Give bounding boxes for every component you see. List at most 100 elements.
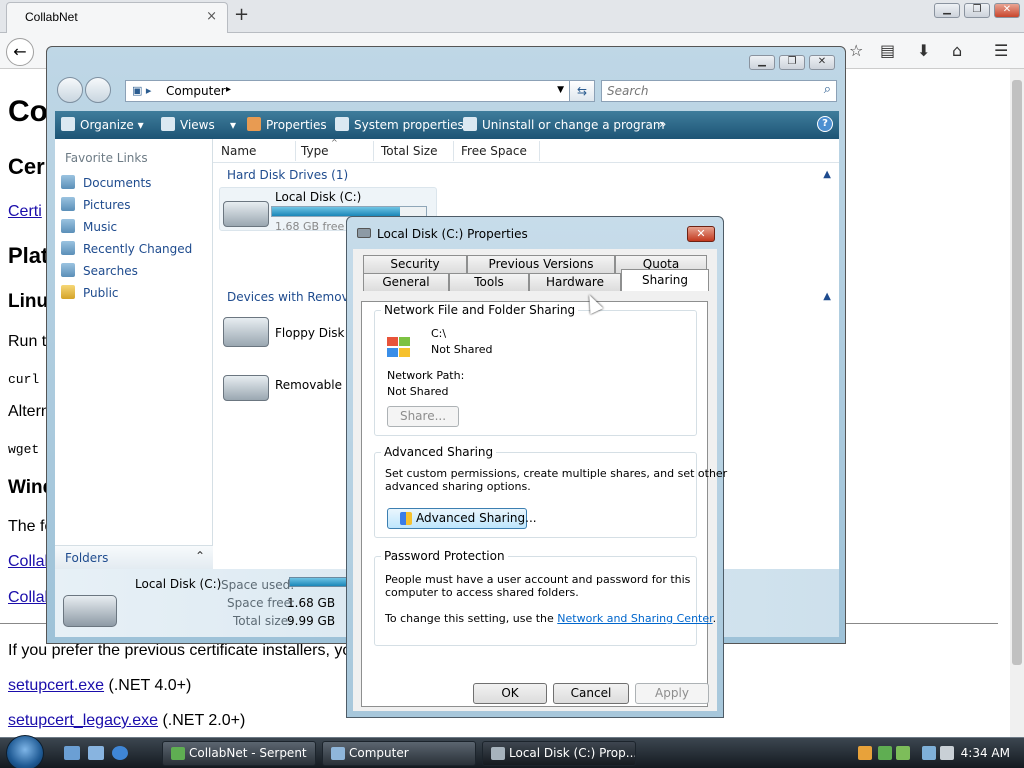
home-icon[interactable]: ⌂ xyxy=(952,41,962,60)
navigation-pane: Favorite Links Documents Pictures Music … xyxy=(55,139,213,569)
tab-hardware[interactable]: Hardware xyxy=(529,273,621,291)
collapse-group-icon[interactable]: ▲ xyxy=(823,169,831,180)
column-free-space[interactable]: Free Space xyxy=(461,144,527,158)
refresh-icon[interactable]: ⇆ xyxy=(569,80,595,102)
nav-item-public[interactable]: Public xyxy=(61,285,119,300)
back-button[interactable]: ← xyxy=(6,38,34,66)
organize-button[interactable]: Organize ▾ xyxy=(61,117,144,132)
system-properties-button[interactable]: System properties xyxy=(335,117,464,132)
page-paragraph: If you prefer the previous certificate i… xyxy=(8,642,361,659)
back-button[interactable] xyxy=(57,77,83,103)
column-type[interactable]: Type xyxy=(301,144,329,158)
sort-arrow-icon: ^ xyxy=(331,138,338,147)
download-icon[interactable]: ⬇ xyxy=(917,41,930,60)
page-subheading: Cer xyxy=(8,154,45,179)
column-separator xyxy=(539,141,540,161)
nav-item-pictures[interactable]: Pictures xyxy=(61,197,131,212)
volume-muted-icon[interactable] xyxy=(940,746,954,760)
setupcert-link[interactable]: setupcert.exe xyxy=(8,677,104,694)
switch-windows-icon[interactable] xyxy=(88,746,104,760)
network-sharing-center-link[interactable]: Network and Sharing Center xyxy=(557,612,712,625)
nav-item-documents[interactable]: Documents xyxy=(61,175,151,190)
forward-button[interactable] xyxy=(85,77,111,103)
close-button[interactable]: ✕ xyxy=(687,226,715,242)
column-name[interactable]: Name xyxy=(221,144,256,158)
tab-general[interactable]: General xyxy=(363,273,449,291)
nav-item-recently-changed[interactable]: Recently Changed xyxy=(61,241,192,256)
network-sharing-group: Network File and Folder Sharing C:\ Not … xyxy=(374,303,697,436)
setupcert-legacy-link[interactable]: setupcert_legacy.exe xyxy=(8,712,158,729)
tab-security[interactable]: Security xyxy=(363,255,467,273)
taskbar-item-computer[interactable]: Computer xyxy=(322,741,476,766)
tray-app-icon[interactable] xyxy=(896,746,910,760)
share-path: C:\ xyxy=(431,327,447,340)
address-bar[interactable]: ▣ ▸ Computer ▸ ▼ xyxy=(125,80,571,102)
breadcrumb-arrow-icon[interactable]: ▸ xyxy=(226,84,231,95)
sharing-tab-page: Network File and Folder Sharing C:\ Not … xyxy=(361,301,727,707)
ok-button[interactable]: OK xyxy=(473,683,547,704)
bookmark-star-icon[interactable]: ☆ xyxy=(849,41,863,60)
advanced-sharing-group: Advanced Sharing Set custom permissions,… xyxy=(374,445,727,538)
setup-note: (.NET 4.0+) xyxy=(104,677,192,694)
uninstall-button[interactable]: Uninstall or change a program xyxy=(463,117,665,132)
properties-button[interactable]: Properties xyxy=(247,117,327,132)
apply-button[interactable]: Apply xyxy=(635,683,709,704)
internet-explorer-icon[interactable] xyxy=(112,746,128,760)
tray-check-icon[interactable] xyxy=(878,746,892,760)
page-link[interactable]: Certi xyxy=(8,203,42,221)
taskbar-item-collabnet[interactable]: CollabNet - Serpent xyxy=(162,741,316,766)
close-button[interactable]: ✕ xyxy=(994,3,1020,18)
views-button[interactable]: Views ▾ xyxy=(161,117,236,132)
tab-sharing[interactable]: Sharing xyxy=(621,269,709,291)
maximize-button[interactable]: ❐ xyxy=(779,55,805,70)
column-total-size[interactable]: Total Size xyxy=(381,144,437,158)
search-input[interactable]: Search ⌕ xyxy=(601,80,837,102)
total-size-value: 9.99 GB xyxy=(287,614,336,628)
show-desktop-icon[interactable] xyxy=(64,746,80,760)
advanced-sharing-button[interactable]: Advanced Sharing... xyxy=(387,508,537,529)
chevron-down-icon[interactable]: ▼ xyxy=(557,85,564,95)
help-icon[interactable]: ? xyxy=(817,116,833,132)
scrollbar-thumb[interactable] xyxy=(1012,80,1022,665)
nav-item-label: Recently Changed xyxy=(83,242,193,256)
new-tab-button[interactable]: + xyxy=(234,4,249,25)
chevron-up-icon: ⌃ xyxy=(194,549,205,563)
reading-list-icon[interactable]: ▤ xyxy=(880,41,895,60)
network-icon[interactable] xyxy=(922,746,936,760)
address-row: ▣ ▸ Computer ▸ ▼ ⇆ Search ⌕ xyxy=(55,77,839,105)
password-desc-line1: People must have a user account and pass… xyxy=(385,573,691,586)
tab-tools[interactable]: Tools xyxy=(449,273,529,291)
tab-previous-versions[interactable]: Previous Versions xyxy=(467,255,615,273)
close-tab-icon[interactable]: × xyxy=(206,9,217,24)
more-commands-icon[interactable]: » xyxy=(659,117,666,131)
collapse-group-icon[interactable]: ▲ xyxy=(823,291,831,302)
uninstall-icon xyxy=(463,117,477,131)
cancel-button[interactable]: Cancel xyxy=(553,683,629,704)
nav-item-music[interactable]: Music xyxy=(61,219,117,234)
setup-legacy-line: setupcert_legacy.exe (.NET 2.0+) xyxy=(8,712,245,730)
folders-toggle[interactable]: Folders ⌃ xyxy=(55,545,213,569)
minimize-button[interactable]: ▁ xyxy=(934,3,960,18)
group-hard-disk-drives[interactable]: Hard Disk Drives (1) xyxy=(227,168,348,182)
start-button[interactable] xyxy=(6,735,44,768)
restore-button[interactable]: ❐ xyxy=(964,3,990,18)
line3-prefix: To change this setting, use the xyxy=(385,612,558,625)
details-name: Local Disk (C:) xyxy=(135,577,222,591)
menu-icon[interactable]: ☰ xyxy=(994,41,1008,60)
advanced-desc-line1: Set custom permissions, create multiple … xyxy=(385,467,728,480)
share-button[interactable]: Share... xyxy=(387,406,459,427)
drive-name: Local Disk (C:) xyxy=(275,190,362,204)
hard-drive-icon xyxy=(223,201,269,227)
setup-legacy-note: (.NET 2.0+) xyxy=(158,712,246,729)
search-icon[interactable]: ⌕ xyxy=(824,82,831,97)
minimize-button[interactable]: ▁ xyxy=(749,55,775,70)
removable-drive-icon xyxy=(223,375,269,401)
page-subheading: Plat xyxy=(8,243,49,268)
taskbar-item-properties[interactable]: Local Disk (C:) Prop... xyxy=(482,741,636,766)
nav-item-searches[interactable]: Searches xyxy=(61,263,138,278)
browser-tab[interactable]: CollabNet × xyxy=(6,2,228,33)
organize-label: Organize xyxy=(80,118,134,132)
close-button[interactable]: ✕ xyxy=(809,55,835,70)
clock[interactable]: 4:34 AM xyxy=(961,746,1010,760)
security-shield-icon[interactable] xyxy=(858,746,872,760)
